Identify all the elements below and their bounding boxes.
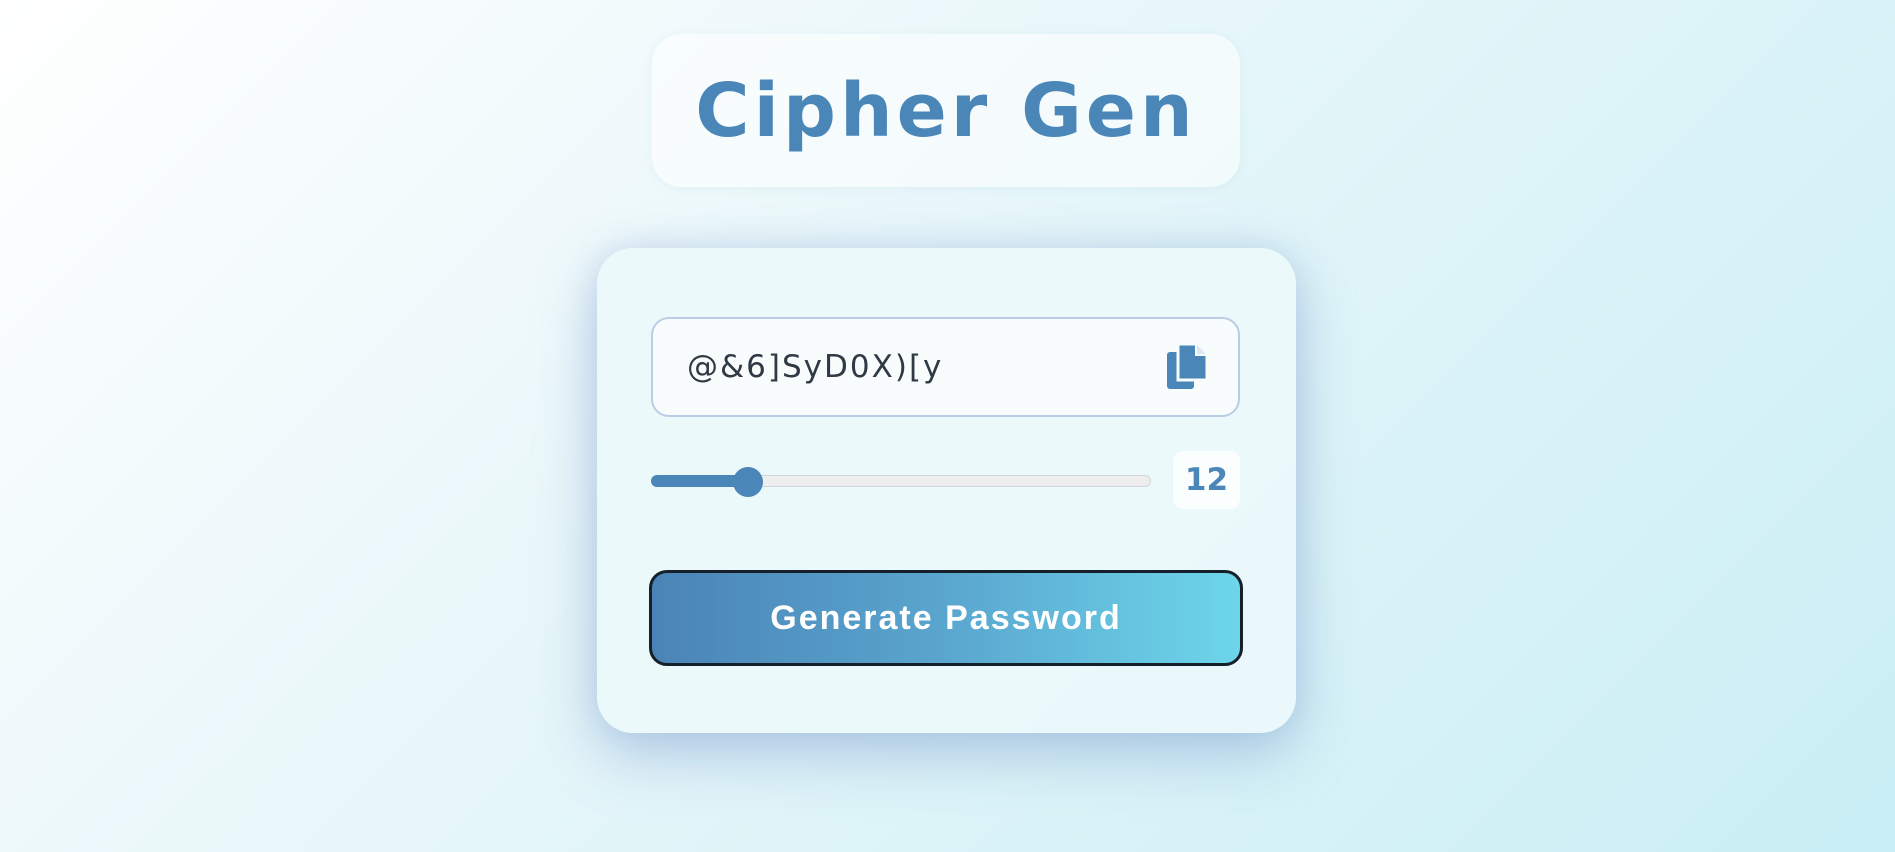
generate-password-button[interactable]: Generate Password [649, 570, 1243, 666]
length-value-badge: 12 [1173, 451, 1240, 509]
length-slider-row: 12 [651, 451, 1240, 511]
generator-card: @&6]SyD0X)[y 12 Generate Password [597, 248, 1296, 733]
password-output-field[interactable]: @&6]SyD0X)[y [651, 317, 1240, 417]
password-output-value[interactable]: @&6]SyD0X)[y [687, 349, 943, 385]
app-title: Cipher Gen [695, 67, 1197, 154]
length-slider-thumb[interactable] [733, 467, 763, 497]
copy-icon[interactable] [1166, 342, 1209, 391]
title-banner: Cipher Gen [652, 34, 1240, 187]
